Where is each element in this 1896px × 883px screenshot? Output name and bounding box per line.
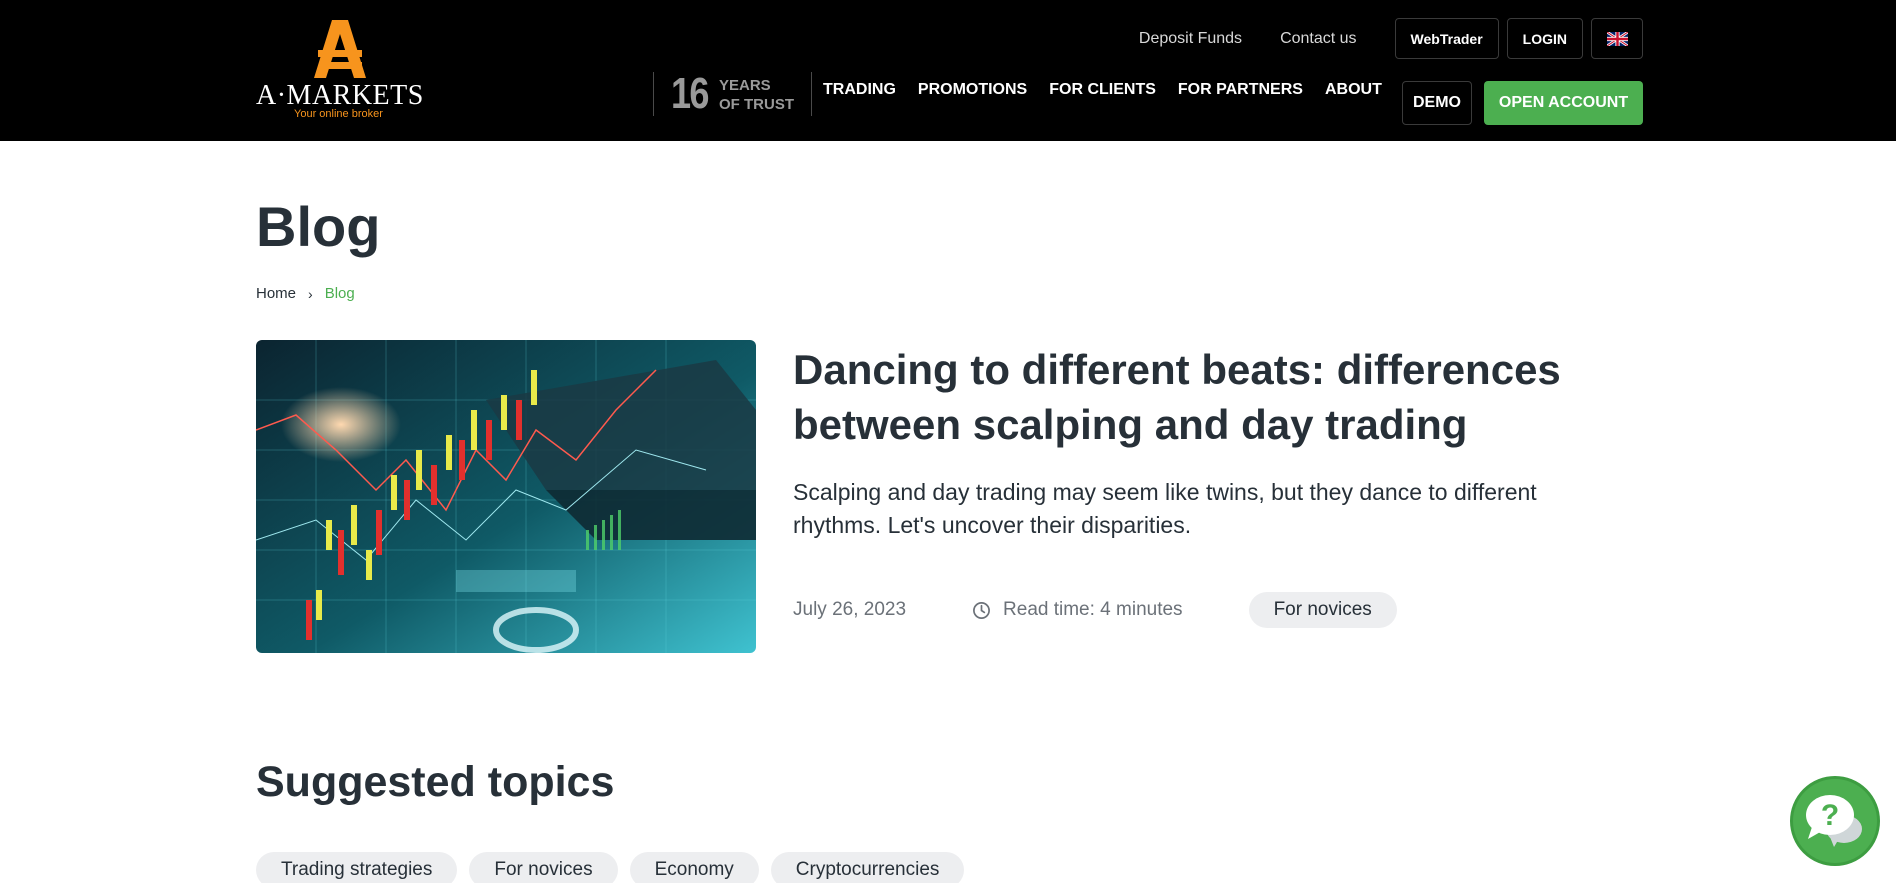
chat-help-icon: ? <box>1806 795 1862 847</box>
nav-item-for-partners[interactable]: FOR PARTNERS <box>1178 81 1303 99</box>
logo-tagline: Your online broker <box>294 108 383 120</box>
contact-us-link[interactable]: Contact us <box>1280 30 1356 48</box>
nav-item-promotions[interactable]: PROMOTIONS <box>918 81 1027 99</box>
svg-text:?: ? <box>1821 799 1839 832</box>
amarkets-logo[interactable]: A·MARKETS Your online broker <box>256 20 426 120</box>
page-title: Blog <box>256 195 381 258</box>
years-number: 16 <box>671 69 709 118</box>
chat-help-button[interactable]: ? <box>1790 776 1880 866</box>
years-of-trust-badge: 16 YEARS OF TRUST <box>653 72 812 116</box>
trading-chart-image <box>256 340 756 653</box>
topic-economy[interactable]: Economy <box>629 852 759 883</box>
deposit-funds-link[interactable]: Deposit Funds <box>1139 30 1242 48</box>
read-time: Read time: 4 minutes <box>972 599 1183 621</box>
language-selector[interactable] <box>1591 18 1643 59</box>
featured-article-image[interactable] <box>256 340 756 653</box>
article-tag[interactable]: For novices <box>1248 592 1397 628</box>
breadcrumb-home-link[interactable]: Home <box>256 285 296 302</box>
breadcrumb-current: Blog <box>324 285 355 302</box>
topic-trading-strategies[interactable]: Trading strategies <box>256 852 458 883</box>
webtrader-button[interactable]: WebTrader <box>1394 18 1499 59</box>
clock-icon <box>973 601 990 619</box>
top-utility-bar: Deposit Funds Contact us WebTrader LOGIN <box>1139 18 1643 59</box>
topic-for-novices[interactable]: For novices <box>469 852 618 883</box>
suggested-topics-title: Suggested topics <box>256 758 615 806</box>
topic-cryptocurrencies[interactable]: Cryptocurrencies <box>770 852 965 883</box>
read-time-label: Read time: 4 minutes <box>1003 599 1183 620</box>
article-meta: July 26, 2023 Read time: 4 minutes For n… <box>793 592 1397 628</box>
featured-article-excerpt: Scalping and day trading may seem like t… <box>793 479 1537 538</box>
years-label: YEARS OF TRUST <box>719 76 794 114</box>
nav-item-about[interactable]: ABOUT <box>1325 81 1382 99</box>
uk-flag-icon <box>1606 31 1628 46</box>
demo-button[interactable]: DEMO <box>1402 81 1472 125</box>
open-account-button[interactable]: OPEN ACCOUNT <box>1484 81 1643 125</box>
chevron-right-icon: › <box>308 285 313 302</box>
site-header: A·MARKETS Your online broker Deposit Fun… <box>0 0 1896 141</box>
main-nav: TRADING PROMOTIONS FOR CLIENTS FOR PARTN… <box>823 81 1404 99</box>
login-button[interactable]: LOGIN <box>1506 18 1583 59</box>
years-label-line1: YEARS <box>719 77 771 94</box>
article-date: July 26, 2023 <box>793 599 907 620</box>
logo-a-icon <box>314 20 366 78</box>
suggested-topics-list: Trading strategies For novices Economy C… <box>256 852 965 883</box>
breadcrumb: Home › Blog <box>256 285 355 302</box>
nav-item-for-clients[interactable]: FOR CLIENTS <box>1049 81 1156 99</box>
years-label-line2: OF TRUST <box>719 96 794 113</box>
featured-article-title[interactable]: Dancing to different beats: differences … <box>793 342 1613 452</box>
nav-item-trading[interactable]: TRADING <box>823 81 896 99</box>
